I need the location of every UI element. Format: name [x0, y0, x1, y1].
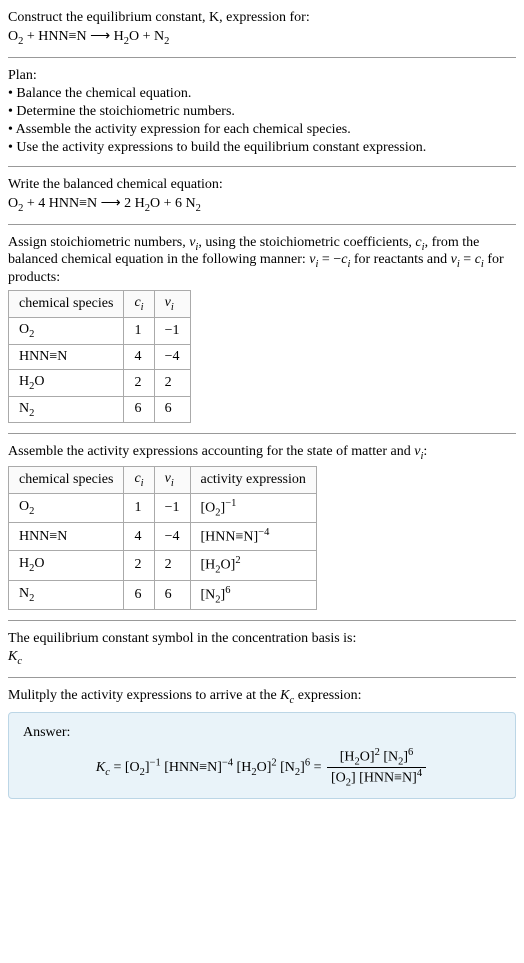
col-ci: ci	[124, 291, 154, 318]
plan-bullet-1: • Balance the chemical equation.	[8, 86, 516, 102]
table-row: O2 1 −1 [O2]−1	[9, 493, 317, 522]
plan-bullet-4: • Use the activity expressions to build …	[8, 140, 516, 156]
table-row: N2 6 6 [N2]6	[9, 580, 317, 609]
cell-species: HNN≡N	[9, 523, 124, 551]
cell-ci: 2	[124, 551, 154, 580]
assign-text: Assign stoichiometric numbers, νi, using…	[8, 235, 516, 287]
plan-bullet-3: • Assemble the activity expression for e…	[8, 122, 516, 138]
cell-ci: 4	[124, 344, 154, 369]
table-header-row: chemical species ci νi	[9, 291, 191, 318]
cell-ci: 6	[124, 396, 154, 423]
col-vi: νi	[154, 467, 190, 494]
table-row: HNN≡N 4 −4	[9, 344, 191, 369]
fraction-denominator: [O2] [HNN≡N]4	[327, 768, 426, 788]
cell-vi: −4	[154, 523, 190, 551]
table-row: H2O 2 2	[9, 369, 191, 396]
divider	[8, 224, 516, 225]
answer-lhs: Kc = [O2]−1 [HNN≡N]−4 [H2O]2 [N2]6 =	[96, 760, 325, 775]
table-row: HNN≡N 4 −4 [HNN≡N]−4	[9, 523, 317, 551]
cell-species: HNN≡N	[9, 344, 124, 369]
table-row: O2 1 −1	[9, 317, 191, 344]
intro-line1: Construct the equilibrium constant, K, e…	[8, 10, 516, 26]
cell-ci: 4	[124, 523, 154, 551]
plan-heading: Plan:	[8, 68, 516, 84]
cell-vi: 2	[154, 551, 190, 580]
cell-activity: [H2O]2	[190, 551, 316, 580]
cell-ci: 2	[124, 369, 154, 396]
col-vi: νi	[154, 291, 190, 318]
table-header-row: chemical species ci νi activity expressi…	[9, 467, 317, 494]
cell-species: O2	[9, 317, 124, 344]
cell-ci: 1	[124, 317, 154, 344]
divider	[8, 620, 516, 621]
cell-vi: −1	[154, 317, 190, 344]
multiply-text: Mulitply the activity expressions to arr…	[8, 688, 516, 706]
col-species: chemical species	[9, 467, 124, 494]
assemble-text: Assemble the activity expressions accoun…	[8, 444, 516, 462]
cell-ci: 6	[124, 580, 154, 609]
cell-vi: −4	[154, 344, 190, 369]
plan-bullet-2: • Determine the stoichiometric numbers.	[8, 104, 516, 120]
divider	[8, 433, 516, 434]
balanced-heading: Write the balanced chemical equation:	[8, 177, 516, 193]
table-row: N2 6 6	[9, 396, 191, 423]
fraction-numerator: [H2O]2 [N2]6	[327, 747, 426, 768]
kc-symbol-text: The equilibrium constant symbol in the c…	[8, 631, 516, 647]
cell-vi: −1	[154, 493, 190, 522]
answer-equation: Kc = [O2]−1 [HNN≡N]−4 [H2O]2 [N2]6 = [H2…	[23, 747, 501, 789]
stoichiometry-table: chemical species ci νi O2 1 −1 HNN≡N 4 −…	[8, 290, 191, 423]
cell-ci: 1	[124, 493, 154, 522]
answer-label: Answer:	[23, 725, 501, 741]
intro-equation: O2 + HNN≡N ⟶ H2O + N2	[8, 28, 516, 47]
balanced-equation: O2 + 4 HNN≡N ⟶ 2 H2O + 6 N2	[8, 195, 516, 214]
cell-vi: 6	[154, 580, 190, 609]
cell-species: O2	[9, 493, 124, 522]
cell-species: H2O	[9, 551, 124, 580]
divider	[8, 166, 516, 167]
divider	[8, 677, 516, 678]
cell-activity: [N2]6	[190, 580, 316, 609]
activity-table: chemical species ci νi activity expressi…	[8, 466, 317, 610]
kc-symbol: Kc	[8, 649, 516, 667]
answer-box: Answer: Kc = [O2]−1 [HNN≡N]−4 [H2O]2 [N2…	[8, 712, 516, 800]
cell-activity: [HNN≡N]−4	[190, 523, 316, 551]
cell-species: N2	[9, 396, 124, 423]
col-ci: ci	[124, 467, 154, 494]
cell-vi: 2	[154, 369, 190, 396]
cell-species: N2	[9, 580, 124, 609]
divider	[8, 57, 516, 58]
col-species: chemical species	[9, 291, 124, 318]
cell-activity: [O2]−1	[190, 493, 316, 522]
table-row: H2O 2 2 [H2O]2	[9, 551, 317, 580]
cell-vi: 6	[154, 396, 190, 423]
answer-fraction: [H2O]2 [N2]6 [O2] [HNN≡N]4	[327, 747, 426, 789]
col-activity: activity expression	[190, 467, 316, 494]
cell-species: H2O	[9, 369, 124, 396]
